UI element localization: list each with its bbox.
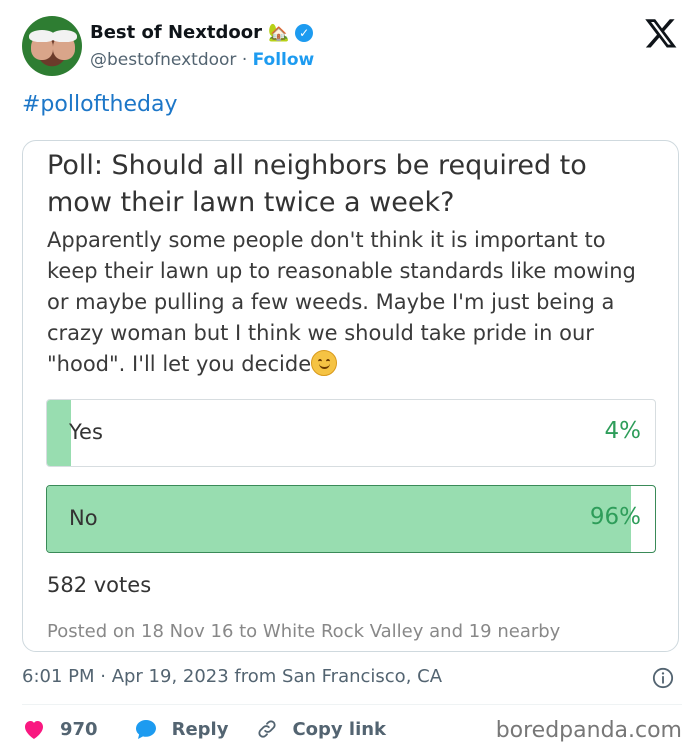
watermark: boredpanda.com <box>495 718 682 743</box>
x-logo-icon[interactable] <box>644 16 678 50</box>
like-count: 970 <box>60 718 98 740</box>
poll-option-yes: Yes 4% <box>46 399 656 467</box>
poll-body: Apparently some people don't think it is… <box>47 225 657 380</box>
copy-link-button[interactable]: Copy link <box>256 718 386 740</box>
link-icon <box>258 720 277 738</box>
poll-option-fill <box>47 400 72 466</box>
divider <box>22 704 682 705</box>
poll-option-percent: 96% <box>589 504 641 530</box>
display-name[interactable]: Best of Nextdoor <box>90 22 262 43</box>
poll-option-label: No <box>69 506 98 530</box>
poll-option-percent: 4% <box>604 418 642 444</box>
info-icon[interactable] <box>652 667 674 689</box>
tweet-header: Best of Nextdoor 🏡 ✓ @bestofnextdoor · F… <box>22 16 682 76</box>
poll-option-no: No 96% <box>46 485 656 553</box>
account-name[interactable]: Best of Nextdoor 🏡 ✓ <box>90 22 314 43</box>
reply-button[interactable]: Reply <box>134 718 229 740</box>
vote-count: 582 votes <box>47 573 152 597</box>
copy-link-label: Copy link <box>292 718 387 740</box>
avatar[interactable] <box>22 16 82 76</box>
reply-label: Reply <box>171 718 229 740</box>
reply-bubble-icon <box>135 720 156 739</box>
like-button[interactable]: 970 <box>22 718 98 740</box>
poll-screenshot-card[interactable]: Poll: Should all neighbors be required t… <box>22 140 679 652</box>
posted-info: Posted on 18 Nov 16 to White Rock Valley… <box>47 621 561 642</box>
poll-option-label: Yes <box>69 420 103 444</box>
tweet-timestamp[interactable]: 6:01 PM · Apr 19, 2023 from San Francisc… <box>22 666 442 687</box>
tweet-actions: 970 Reply Copy link <box>22 716 386 742</box>
hashtag-link[interactable]: #polloftheday <box>22 92 177 117</box>
poll-option-fill <box>47 486 631 552</box>
heart-icon <box>25 721 43 739</box>
separator: · <box>241 50 248 70</box>
poll-body-text: Apparently some people don't think it is… <box>47 228 636 376</box>
account-handle-row: @bestofnextdoor · Follow <box>90 50 314 70</box>
verified-badge-icon: ✓ <box>295 23 314 42</box>
house-emoji-icon: 🏡 <box>267 22 290 43</box>
smiling-face-icon <box>311 350 338 376</box>
handle[interactable]: @bestofnextdoor <box>90 50 236 70</box>
poll-title: Poll: Should all neighbors be required t… <box>47 150 587 218</box>
follow-button[interactable]: Follow <box>253 50 315 70</box>
